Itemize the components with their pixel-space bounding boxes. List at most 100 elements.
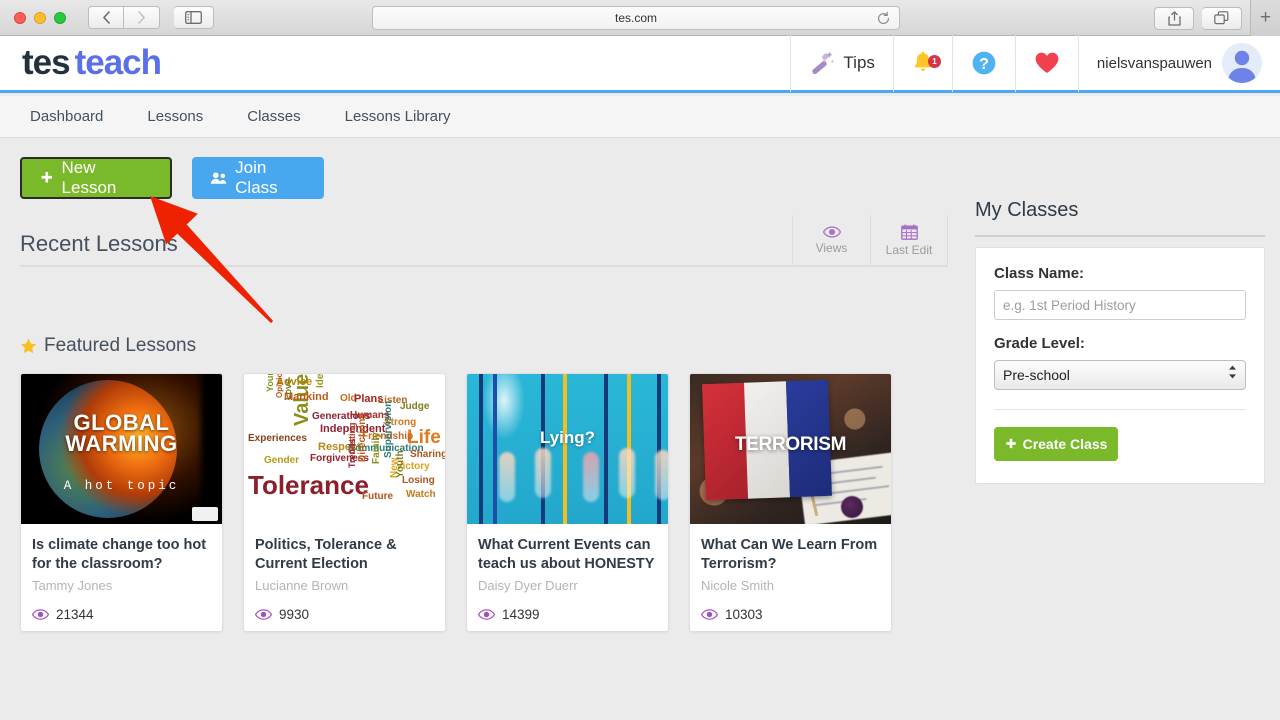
plus-icon bbox=[41, 172, 52, 183]
word-cloud-word: Watch bbox=[406, 489, 436, 500]
thumb-watermark bbox=[192, 507, 218, 521]
tips-label: Tips bbox=[843, 53, 875, 72]
thumb-title-text: TERRORISM bbox=[734, 434, 847, 455]
nav-item-classes[interactable]: Classes bbox=[227, 108, 320, 125]
eye-icon bbox=[701, 609, 718, 620]
window-traffic-lights bbox=[14, 11, 66, 24]
sort-views-label: Views bbox=[815, 240, 848, 255]
header-right-group: Tips 1 ? nielsvanspauwen bbox=[790, 34, 1280, 92]
address-bar[interactable]: tes.com bbox=[372, 6, 900, 30]
action-buttons-row: New Lesson Join Class bbox=[20, 157, 324, 199]
sidebar-toggle-wrap bbox=[174, 6, 214, 29]
sidebar-toggle-button[interactable] bbox=[174, 6, 214, 29]
class-name-label: Class Name: bbox=[994, 265, 1085, 282]
new-tab-button[interactable]: + bbox=[1250, 0, 1280, 36]
word-cloud-word: Losing bbox=[402, 475, 435, 486]
maximize-window-button[interactable] bbox=[54, 11, 66, 24]
user-avatar-icon bbox=[1222, 43, 1262, 83]
word-cloud-word: Getting bbox=[347, 422, 357, 455]
thumb-title-text: Lying? bbox=[539, 428, 596, 447]
share-icon bbox=[1167, 10, 1181, 26]
forward-button[interactable] bbox=[124, 6, 160, 29]
word-cloud-word: Youth bbox=[395, 450, 406, 478]
join-class-button[interactable]: Join Class bbox=[192, 157, 324, 199]
reload-button[interactable] bbox=[876, 11, 891, 29]
swimmer bbox=[619, 448, 635, 498]
sort-by-last-edit[interactable]: Last Edit bbox=[870, 215, 948, 265]
class-name-input[interactable]: e.g. 1st Period History bbox=[994, 290, 1246, 320]
create-class-label: Create Class bbox=[1022, 436, 1108, 452]
lesson-card-body: Politics, Tolerance & Current Election L… bbox=[244, 524, 445, 631]
word-cloud-word: Sharing bbox=[410, 449, 445, 460]
nav-label: Dashboard bbox=[30, 108, 104, 125]
class-name-placeholder: e.g. 1st Period History bbox=[1003, 297, 1136, 313]
lesson-card[interactable]: GLOBAL WARMING A hot topic Is climate ch… bbox=[20, 373, 223, 633]
favorites-button[interactable] bbox=[1014, 34, 1078, 92]
lesson-author: Nicole Smith bbox=[701, 578, 774, 594]
lesson-card[interactable]: Tolerance Values Life Advice Mankind Young Opi… bbox=[243, 373, 446, 633]
eye-icon bbox=[255, 609, 272, 620]
notifications-button[interactable]: 1 bbox=[892, 34, 952, 92]
username-label: nielsvanspauwen bbox=[1096, 54, 1212, 72]
nav-item-lessons-library[interactable]: Lessons Library bbox=[325, 108, 471, 125]
new-tab-label: + bbox=[1259, 7, 1272, 28]
help-circle-icon: ? bbox=[972, 51, 996, 75]
star-icon bbox=[20, 338, 37, 353]
featured-lessons-title: Featured Lessons bbox=[44, 335, 197, 356]
sort-by-views[interactable]: Views bbox=[792, 215, 870, 265]
nav-item-lessons[interactable]: Lessons bbox=[127, 108, 223, 125]
show-tabs-button[interactable] bbox=[1202, 6, 1242, 30]
notification-badge: 1 bbox=[927, 54, 941, 68]
nav-label: Classes bbox=[247, 108, 301, 125]
plus-icon bbox=[1005, 438, 1016, 449]
lesson-views-count: 10303 bbox=[725, 607, 763, 623]
magic-wand-icon bbox=[812, 51, 835, 75]
user-menu[interactable]: nielsvanspauwen bbox=[1077, 34, 1280, 92]
lesson-title: What Can We Learn From Terrorism? bbox=[701, 537, 878, 572]
site-logo[interactable]: tes teach bbox=[22, 43, 162, 83]
pool-lane-line bbox=[657, 374, 661, 524]
back-button[interactable] bbox=[88, 6, 124, 29]
lesson-thumbnail: Lying? bbox=[467, 374, 668, 524]
lesson-card[interactable]: TERRORISM What Can We Learn From Terrori… bbox=[689, 373, 892, 633]
grade-level-label: Grade Level: bbox=[994, 335, 1085, 352]
help-button[interactable]: ? bbox=[951, 34, 1015, 92]
lesson-author: Daisy Dyer Duerr bbox=[478, 578, 578, 594]
grade-level-value: Pre-school bbox=[1003, 367, 1070, 383]
nav-label: Lessons Library bbox=[344, 108, 451, 125]
nav-item-dashboard[interactable]: Dashboard bbox=[10, 108, 123, 125]
word-cloud-word: Love bbox=[283, 378, 293, 400]
divider bbox=[975, 235, 1265, 237]
lesson-card-body: What Can We Learn From Terrorism? Nicole… bbox=[690, 524, 891, 631]
site-header: tes teach Tips 1 ? nielsvanspauwen bbox=[0, 34, 1280, 93]
logo-teach: teach bbox=[74, 43, 162, 82]
lesson-card-body: Is climate change too hot for the classr… bbox=[21, 524, 222, 631]
featured-lessons-header: Featured Lessons bbox=[20, 335, 196, 357]
share-button[interactable] bbox=[1154, 6, 1194, 30]
page-content: New Lesson Join Class Recent Lessons Vie… bbox=[0, 139, 1280, 720]
lesson-author: Tammy Jones bbox=[32, 578, 113, 594]
swimmer bbox=[583, 452, 599, 502]
close-window-button[interactable] bbox=[14, 11, 26, 24]
main-nav: Dashboard Lessons Classes Lessons Librar… bbox=[0, 96, 1280, 138]
new-lesson-label: New Lesson bbox=[61, 158, 117, 197]
logo-tes: tes bbox=[22, 43, 71, 82]
my-classes-title: My Classes bbox=[975, 199, 1079, 221]
lesson-card-body: What Current Events can teach us about H… bbox=[467, 524, 668, 631]
word-cloud-word: Directions bbox=[357, 413, 368, 462]
lesson-card[interactable]: Lying? What Current Events can teach us … bbox=[466, 373, 669, 633]
lesson-title: What Current Events can teach us about H… bbox=[478, 537, 655, 572]
tips-button[interactable]: Tips bbox=[790, 34, 893, 92]
grade-level-select[interactable]: Pre-school bbox=[994, 360, 1246, 390]
create-class-button[interactable]: Create Class bbox=[994, 427, 1118, 461]
sidebar-toggle-icon bbox=[185, 11, 202, 24]
pool-lane-line bbox=[563, 374, 567, 524]
chevron-left-icon bbox=[102, 11, 110, 24]
featured-cards-row: GLOBAL WARMING A hot topic Is climate ch… bbox=[20, 373, 892, 633]
browser-right-controls: + bbox=[1154, 0, 1280, 36]
browser-nav-buttons bbox=[88, 6, 160, 29]
new-lesson-button[interactable]: New Lesson bbox=[20, 157, 172, 199]
lesson-views: 10303 bbox=[701, 607, 880, 622]
minimize-window-button[interactable] bbox=[34, 11, 46, 24]
svg-text:?: ? bbox=[979, 56, 989, 73]
